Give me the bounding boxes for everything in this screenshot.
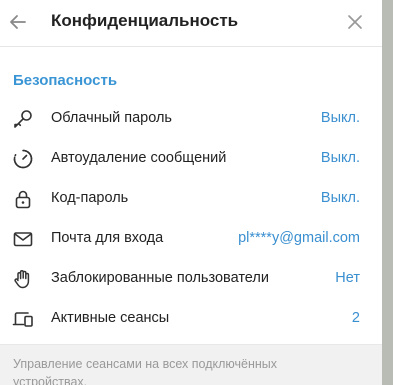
row-value: Выкл. <box>320 190 360 206</box>
arrow-left-icon[interactable] <box>6 10 30 34</box>
row-auto-delete[interactable]: Автоудаление сообщений Выкл. <box>0 140 382 180</box>
row-label: Заблокированные пользователи <box>51 270 269 286</box>
row-label: Почта для входа <box>51 230 164 246</box>
sessions-hint-text: Управление сеансами на всех подключённых… <box>13 357 277 385</box>
mail-icon <box>13 232 33 247</box>
hand-icon <box>14 270 30 289</box>
row-value: Выкл. <box>320 110 360 126</box>
row-label: Активные сеансы <box>51 310 170 326</box>
row-label: Код-пароль <box>51 190 129 206</box>
sessions-hint: Управление сеансами на всех подключённых… <box>0 344 382 385</box>
page-title: Конфиденциальность <box>51 11 239 30</box>
header: Конфиденциальность <box>0 0 382 47</box>
row-value: pl****y@gmail.com <box>238 230 360 246</box>
row-login-email[interactable]: Почта для входа pl****y@gmail.com <box>0 220 382 260</box>
key-icon <box>14 110 32 128</box>
timer-icon <box>13 149 33 169</box>
row-label: Облачный пароль <box>51 110 172 126</box>
privacy-settings-panel: Конфиденциальность Безопасность Облачный… <box>0 0 382 385</box>
row-value: 2 <box>351 310 360 326</box>
row-passcode[interactable]: Код-пароль Выкл. <box>0 180 382 220</box>
row-cloud-password[interactable]: Облачный пароль Выкл. <box>0 100 382 140</box>
row-active-sessions[interactable]: Активные сеансы 2 <box>0 300 382 340</box>
row-label: Автоудаление сообщений <box>51 150 227 166</box>
section-title-security: Безопасность <box>13 72 118 89</box>
row-value: Нет <box>335 270 360 286</box>
lock-icon <box>15 190 31 209</box>
row-blocked-users[interactable]: Заблокированные пользователи Нет <box>0 260 382 300</box>
close-icon[interactable] <box>344 11 366 33</box>
devices-icon <box>12 312 33 327</box>
row-value: Выкл. <box>320 150 360 166</box>
